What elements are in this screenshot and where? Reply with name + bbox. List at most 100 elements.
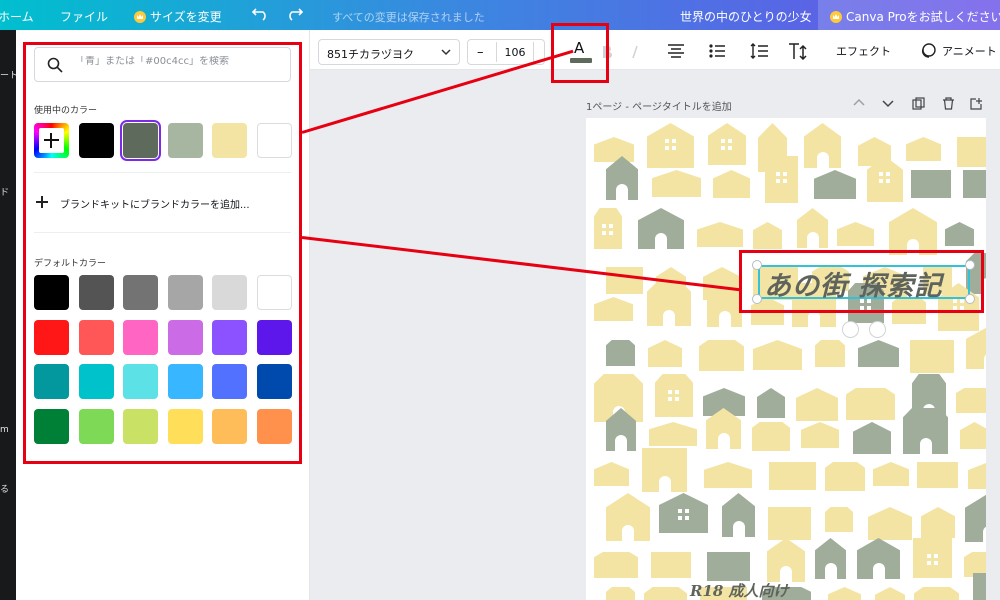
duplicate-page-icon[interactable] [912,97,925,110]
highlight-title-text [739,250,984,313]
house-window [684,516,689,520]
house-window [668,397,672,401]
house-window [886,179,890,183]
house-shape [957,137,986,167]
house-window [675,397,679,401]
house-shape [647,123,694,168]
chevron-down-icon [441,49,451,56]
house-shape [921,507,955,538]
side-rail: ート ド m る [0,30,18,600]
house-shape [594,208,622,249]
resize-label: サイズを変更 [150,10,222,24]
text-toolbar: 851チカラヅヨク – 106 A エフェクト アニメート [310,30,1000,70]
house-window [879,172,883,176]
house-window [879,179,883,183]
house-shape [642,448,687,492]
house-door [983,526,986,542]
house-shape [825,462,865,491]
house-window [677,516,682,520]
resize-button[interactable]: サイズを変更 [134,8,222,25]
undo-icon[interactable] [250,7,268,23]
decrease-size-button[interactable]: – [477,45,484,60]
animate-icon [921,43,936,58]
chevron-up-icon[interactable] [853,97,865,109]
house-shape [814,170,856,199]
list-icon[interactable] [709,44,725,58]
house-shape [875,587,905,600]
file-menu[interactable]: ファイル [60,8,108,25]
house-door [816,152,829,168]
delete-page-icon[interactable] [942,97,955,110]
house-door [663,310,675,326]
house-door [808,311,820,327]
house-door [616,184,628,200]
design-page[interactable] [586,118,986,600]
house-shape [753,340,802,370]
house-shape [659,493,708,533]
house-shape [651,552,691,578]
house-shape [956,388,986,413]
redo-icon[interactable] [288,7,306,23]
house-shape [649,422,697,446]
try-pro-button[interactable]: Canva Proをお試しください [818,0,1000,30]
rail-item[interactable]: る [0,482,9,495]
house-shape [606,340,635,366]
house-shape [647,283,691,326]
house-window [671,139,676,143]
home-link[interactable]: ホーム [0,8,34,25]
font-size-value[interactable]: 106 [496,42,534,62]
effects-button[interactable]: エフェクト [836,43,891,59]
subtitle-text[interactable]: R18 成人向け [690,580,789,600]
house-shape [594,552,638,578]
house-window [721,139,725,143]
house-shape [648,340,682,367]
text-size-icon[interactable] [788,42,808,60]
house-shape [594,462,629,486]
page-title-header[interactable]: 1ページ - ページタイトルを追加 [586,98,732,113]
house-door [872,563,885,579]
line-spacing-icon[interactable] [750,43,768,59]
font-family-dropdown[interactable]: 851チカラヅヨク [318,39,460,65]
house-shape [837,222,874,246]
move-icon[interactable] [869,321,886,338]
house-window [609,231,613,235]
house-door [655,233,667,249]
rail-item[interactable]: m [0,425,9,435]
house-shape [753,222,782,249]
house-shape [796,388,838,421]
italic-icon[interactable] [630,45,640,59]
house-shape [704,462,752,488]
document-title[interactable]: 世界の中のひとりの少女 [680,8,812,25]
house-shape [903,408,948,454]
house-window [602,231,606,235]
house-shape [765,156,798,203]
house-window [721,146,725,150]
house-shape [815,538,846,579]
house-shape [804,123,841,168]
house-window [933,554,938,558]
house-window [677,509,682,513]
house-shape [846,388,895,420]
house-shape [914,587,959,600]
house-window [664,139,669,143]
house-shape [606,156,638,200]
house-door [717,433,730,449]
crown-icon [134,11,146,23]
animate-button[interactable]: アニメート [942,43,997,59]
chevron-down-icon[interactable] [882,97,894,109]
house-shape [801,422,839,448]
house-window [933,561,938,565]
add-page-icon[interactable] [970,97,983,110]
house-shape [708,123,746,165]
house-window [728,139,732,143]
save-status: すべての変更は保存されました [332,11,485,24]
house-window [926,554,931,558]
top-bar: ホーム ファイル サイズを変更 すべての変更は保存されました 世界の中のひとりの… [0,0,1000,30]
rail-item[interactable]: ド [0,185,9,198]
house-window [775,179,780,183]
house-shape [767,538,805,582]
rotate-icon[interactable] [842,321,859,338]
house-shape [638,208,684,249]
align-center-icon[interactable] [668,44,684,58]
house-shape [594,137,634,162]
